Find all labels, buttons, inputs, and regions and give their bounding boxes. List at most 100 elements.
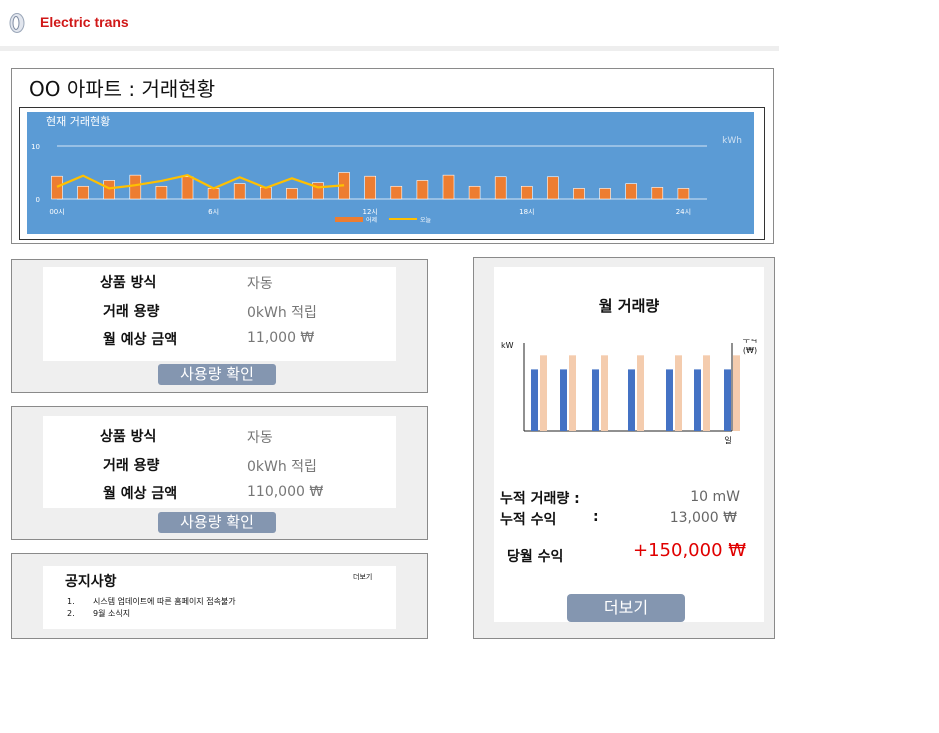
monthly-summary-card: 월 거래량 kW 수익 (₩) 일 누적 거래량 : 10 mW 누적 수익 : 13…: [494, 267, 764, 622]
y-axis-label-left: kW: [501, 341, 514, 350]
bar-kw: [628, 369, 635, 431]
product-type-label: 상품 방식: [100, 429, 157, 445]
x-tick-label: 6시: [208, 208, 219, 216]
bar-revenue: [675, 355, 682, 431]
trade-chart-frame: 현재 거래현황 kWh 10 0 00시 6시 12시 18시 24시어제 오늘: [19, 107, 765, 240]
notice-item[interactable]: 2. 9월 소식지: [67, 608, 130, 619]
product-card-2: 상품 방식 자동 거래 용량 0kWh 적립 월 예상 금액 110,000 ₩: [43, 416, 396, 508]
bar-yesterday: [442, 174, 455, 200]
bar-yesterday: [155, 185, 168, 200]
header-divider: [0, 46, 779, 51]
cumulative-revenue-value: 13,000 ₩: [669, 510, 737, 526]
check-usage-button-2[interactable]: 사용량 확인: [158, 512, 276, 533]
bar-kw: [560, 369, 567, 431]
bar-revenue: [540, 355, 547, 431]
logo-icon: [9, 13, 25, 33]
notice-card: 공지사항 더보기 1. 시스템 업데이트에 따른 홈페이지 접속불가 2. 9월 소…: [43, 566, 396, 629]
monthly-volume-title: 월 거래량: [598, 297, 660, 315]
trade-capacity-label: 거래 용량: [103, 304, 160, 320]
trade-status-panel: OO 아파트 : 거래현황 현재 거래현황 kWh 10 0 00시 6시 12시 18시 24…: [11, 68, 774, 244]
cumulative-volume-label: 누적 거래량 :: [500, 491, 580, 507]
product-type-value: 자동: [247, 430, 273, 446]
bar-revenue: [569, 355, 576, 431]
check-usage-button-1[interactable]: 사용량 확인: [158, 364, 276, 385]
notice-item-number: 1.: [67, 597, 75, 606]
product-type-value: 자동: [247, 276, 273, 292]
monthly-estimate-label: 월 예상 금액: [103, 486, 178, 502]
monthly-summary-panel: 월 거래량 kW 수익 (₩) 일 누적 거래량 : 10 mW 누적 수익 : 13…: [473, 257, 775, 639]
bar-yesterday: [416, 180, 429, 200]
y-tick-label: 10: [31, 143, 40, 151]
bar-revenue: [601, 355, 608, 431]
monthly-volume-chart: kW 수익 (₩) 일: [501, 339, 758, 445]
bar-revenue: [733, 355, 740, 431]
legend-label: 어제: [366, 216, 377, 224]
trade-capacity-value: 0kWh 적립: [247, 459, 317, 475]
bar-yesterday: [207, 188, 220, 200]
chart-background: [27, 112, 754, 234]
monthly-estimate-value: 110,000 ₩: [247, 484, 324, 500]
more-button[interactable]: 더보기: [567, 594, 685, 622]
bar-yesterday: [364, 175, 377, 200]
product-panel-2: 상품 방식 자동 거래 용량 0kWh 적립 월 예상 금액 110,000 ₩…: [11, 406, 428, 540]
chart-title: 현재 거래현황: [46, 115, 110, 128]
monthly-revenue-value: +150,000 ₩: [633, 540, 747, 561]
x-axis-label: 일: [724, 436, 731, 445]
bar-kw: [592, 369, 599, 431]
product-type-label: 상품 방식: [100, 275, 157, 291]
notice-item-number: 2.: [67, 609, 75, 618]
x-tick-label: 12시: [363, 208, 378, 216]
bar-kw: [666, 369, 673, 431]
notice-title: 공지사항: [65, 574, 117, 590]
bar-yesterday: [625, 183, 638, 200]
bar-yesterday: [599, 188, 611, 200]
cumulative-revenue-label: 누적 수익: [500, 512, 557, 528]
bar-kw: [694, 369, 701, 431]
cumulative-volume-value: 10 mW: [690, 489, 740, 505]
legend-swatch-yesterday: [335, 217, 363, 222]
bar-yesterday: [547, 176, 559, 200]
trade-chart: 현재 거래현황 kWh 10 0 00시 6시 12시 18시 24시어제 오늘: [27, 112, 754, 234]
trade-capacity-label: 거래 용량: [103, 458, 160, 474]
bar-yesterday: [103, 180, 115, 200]
notice-panel: 공지사항 더보기 1. 시스템 업데이트에 따른 홈페이지 접속불가 2. 9월 소…: [11, 553, 428, 639]
monthly-revenue-label: 당월 수익: [507, 549, 564, 565]
product-card-1: 상품 방식 자동 거래 용량 0kWh 적립 월 예상 금액 11,000 ₩: [43, 267, 396, 361]
bar-yesterday: [651, 187, 664, 200]
bar-revenue: [703, 355, 710, 431]
notice-more-link[interactable]: 더보기: [353, 572, 372, 582]
unit-label: kWh: [722, 136, 742, 146]
bar-kw: [724, 369, 731, 431]
y-tick-label: 0: [36, 196, 40, 204]
bar-yesterday: [181, 176, 194, 200]
bar-yesterday: [390, 185, 403, 200]
monthly-estimate-value: 11,000 ₩: [247, 330, 315, 346]
y-axis-label-right: (₩): [743, 346, 757, 355]
legend-label: 오늘: [420, 217, 432, 224]
bar-yesterday: [129, 174, 142, 200]
bar-yesterday: [260, 187, 272, 200]
monthly-estimate-label: 월 예상 금액: [103, 332, 178, 348]
y-axis-label-right: 수익: [743, 339, 758, 344]
cumulative-revenue-colon: :: [593, 509, 599, 525]
notice-item-text: 시스템 업데이트에 따른 홈페이지 접속불가: [93, 597, 236, 606]
bar-yesterday: [573, 188, 585, 200]
bar-yesterday: [77, 185, 89, 200]
x-tick-label: 18시: [519, 208, 534, 216]
product-panel-1: 상품 방식 자동 거래 용량 0kWh 적립 월 예상 금액 11,000 ₩ …: [11, 259, 428, 393]
bar-yesterday: [677, 188, 690, 200]
bar-revenue: [637, 355, 644, 431]
bar-kw: [531, 369, 538, 431]
bar-yesterday: [286, 188, 298, 200]
bar-yesterday: [468, 185, 481, 200]
bar-yesterday: [51, 175, 63, 200]
notice-item-text: 9월 소식지: [93, 609, 131, 618]
app-title: Electric trans: [40, 14, 129, 30]
x-tick-label: 24시: [676, 208, 691, 216]
bar-yesterday: [233, 183, 246, 200]
x-tick-label: 00시: [49, 208, 64, 216]
bar-yesterday: [520, 185, 533, 200]
notice-item[interactable]: 1. 시스템 업데이트에 따른 홈페이지 접속불가: [67, 596, 236, 607]
trade-capacity-value: 0kWh 적립: [247, 305, 317, 321]
page-title: OO 아파트 : 거래현황: [29, 77, 216, 101]
